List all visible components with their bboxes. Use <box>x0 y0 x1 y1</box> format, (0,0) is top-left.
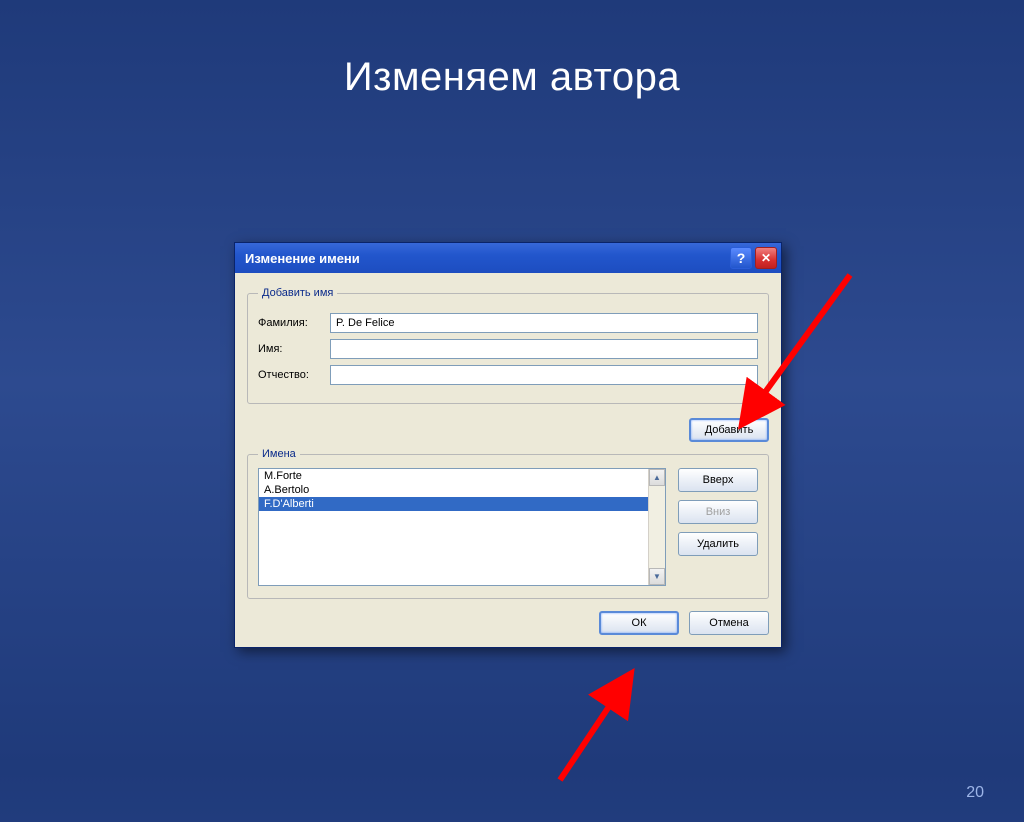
dialog-window: Изменение имени ? ✕ Добавить имя Фамилия… <box>234 242 782 648</box>
ok-button[interactable]: ОК <box>599 611 679 635</box>
arrow-annotation-ok <box>530 660 690 800</box>
surname-label: Фамилия: <box>258 317 330 329</box>
names-listbox[interactable]: M.ForteA.BertoloF.D'Alberti ▲ ▼ <box>258 468 666 586</box>
firstname-label: Имя: <box>258 343 330 355</box>
surname-input[interactable] <box>330 313 758 333</box>
patronymic-input[interactable] <box>330 365 758 385</box>
help-icon[interactable]: ? <box>730 247 752 269</box>
names-group: Имена M.ForteA.BertoloF.D'Alberti ▲ ▼ Вв… <box>247 448 769 599</box>
list-item[interactable]: M.Forte <box>259 469 648 483</box>
dialog-body: Добавить имя Фамилия: Имя: Отчество: Доб… <box>235 273 781 647</box>
list-item[interactable]: F.D'Alberti <box>259 497 648 511</box>
add-button[interactable]: Добавить <box>689 418 769 442</box>
page-number: 20 <box>966 784 984 802</box>
names-legend: Имена <box>258 448 300 460</box>
scrollbar[interactable]: ▲ ▼ <box>648 469 665 585</box>
up-button[interactable]: Вверх <box>678 468 758 492</box>
list-item[interactable]: A.Bertolo <box>259 483 648 497</box>
down-button[interactable]: Вниз <box>678 500 758 524</box>
scroll-track[interactable] <box>649 486 665 568</box>
firstname-input[interactable] <box>330 339 758 359</box>
add-name-group: Добавить имя Фамилия: Имя: Отчество: <box>247 287 769 404</box>
close-icon[interactable]: ✕ <box>755 247 777 269</box>
add-name-legend: Добавить имя <box>258 287 337 299</box>
slide-title: Изменяем автора <box>0 55 1024 100</box>
scroll-down-icon[interactable]: ▼ <box>649 568 665 585</box>
titlebar[interactable]: Изменение имени ? ✕ <box>235 243 781 273</box>
window-title: Изменение имени <box>245 251 727 266</box>
scroll-up-icon[interactable]: ▲ <box>649 469 665 486</box>
cancel-button[interactable]: Отмена <box>689 611 769 635</box>
delete-button[interactable]: Удалить <box>678 532 758 556</box>
patronymic-label: Отчество: <box>258 369 330 381</box>
